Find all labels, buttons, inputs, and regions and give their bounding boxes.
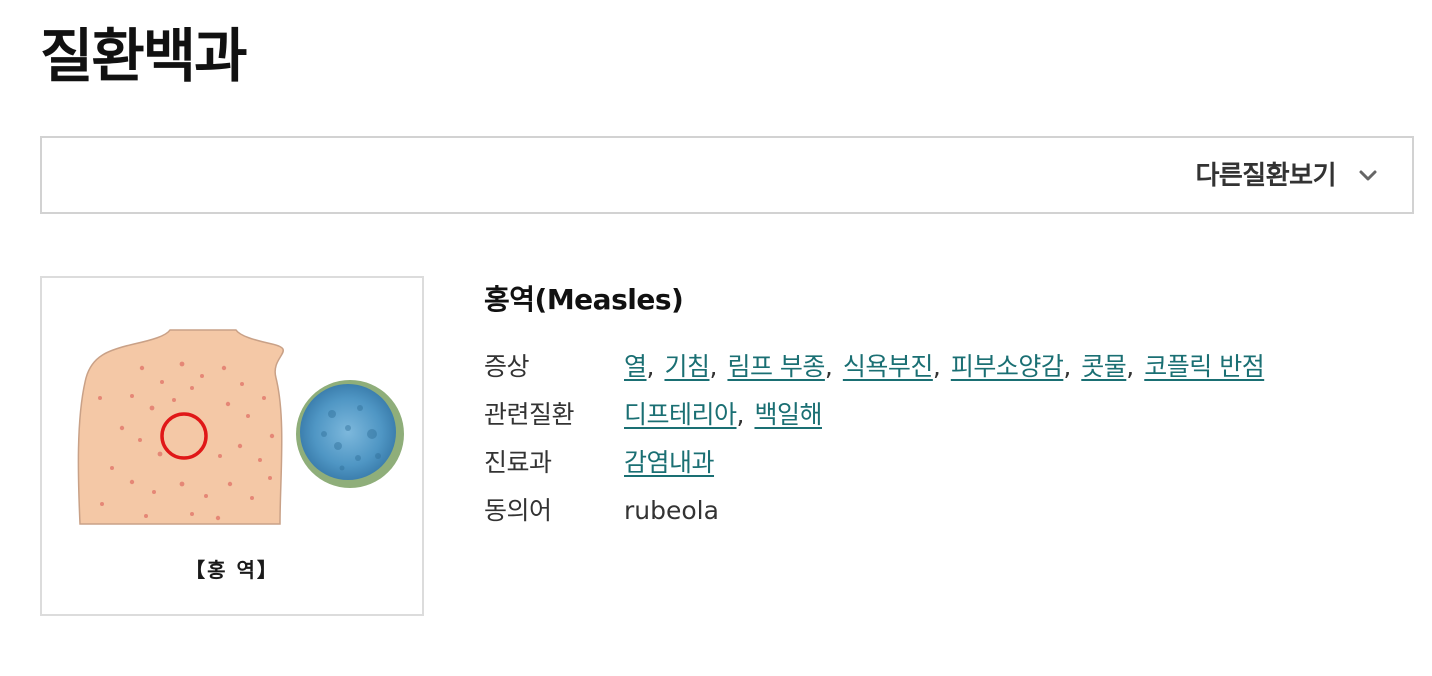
disease-title: 홍역(Measles) [484, 283, 684, 316]
related-link-pertussis[interactable]: 백일해 [754, 400, 822, 429]
synonym-label: 동의어 [484, 496, 552, 525]
department-link-infectious-medicine[interactable]: 감염내과 [624, 448, 715, 477]
symptom-link-fever[interactable]: 열 [624, 352, 647, 381]
symptom-link-lymph-swelling[interactable]: 림프 부종 [727, 352, 825, 381]
page-title: 질환백과 [40, 22, 247, 90]
synonym-row: 동의어 rubeola [484, 491, 719, 531]
synonym-value: rubeola [624, 496, 719, 525]
department-row: 진료과 감염내과 [484, 443, 715, 483]
symptom-link-anorexia[interactable]: 식욕부진 [843, 352, 934, 381]
virus-inner [300, 384, 396, 480]
chevron-down-icon [1359, 170, 1377, 181]
other-disease-selector[interactable]: 다른질환보기 [40, 136, 1414, 214]
symptoms-label: 증상 [484, 352, 530, 381]
torso-shape [77, 329, 285, 525]
other-disease-label: 다른질환보기 [1195, 161, 1336, 191]
symptom-link-pruritus[interactable]: 피부소양감 [951, 352, 1064, 381]
symptom-link-koplik-spots[interactable]: 코플릭 반점 [1144, 352, 1264, 381]
symptoms-row: 증상 열, 기침, 림프 부종, 식욕부진, 피부소양감, 콧물, 코플릭 반점 [484, 347, 1265, 387]
image-caption: 【홍 역】 [185, 558, 279, 582]
disease-image-box: 【홍 역】 [40, 276, 424, 616]
related-link-diphtheria[interactable]: 디프테리아 [624, 400, 737, 429]
symptom-link-cough[interactable]: 기침 [664, 352, 710, 381]
related-diseases-row: 관련질환 디프테리아, 백일해 [484, 395, 822, 435]
symptom-link-runny-nose[interactable]: 콧물 [1081, 352, 1127, 381]
department-label: 진료과 [484, 448, 552, 477]
related-diseases-label: 관련질환 [484, 400, 575, 429]
